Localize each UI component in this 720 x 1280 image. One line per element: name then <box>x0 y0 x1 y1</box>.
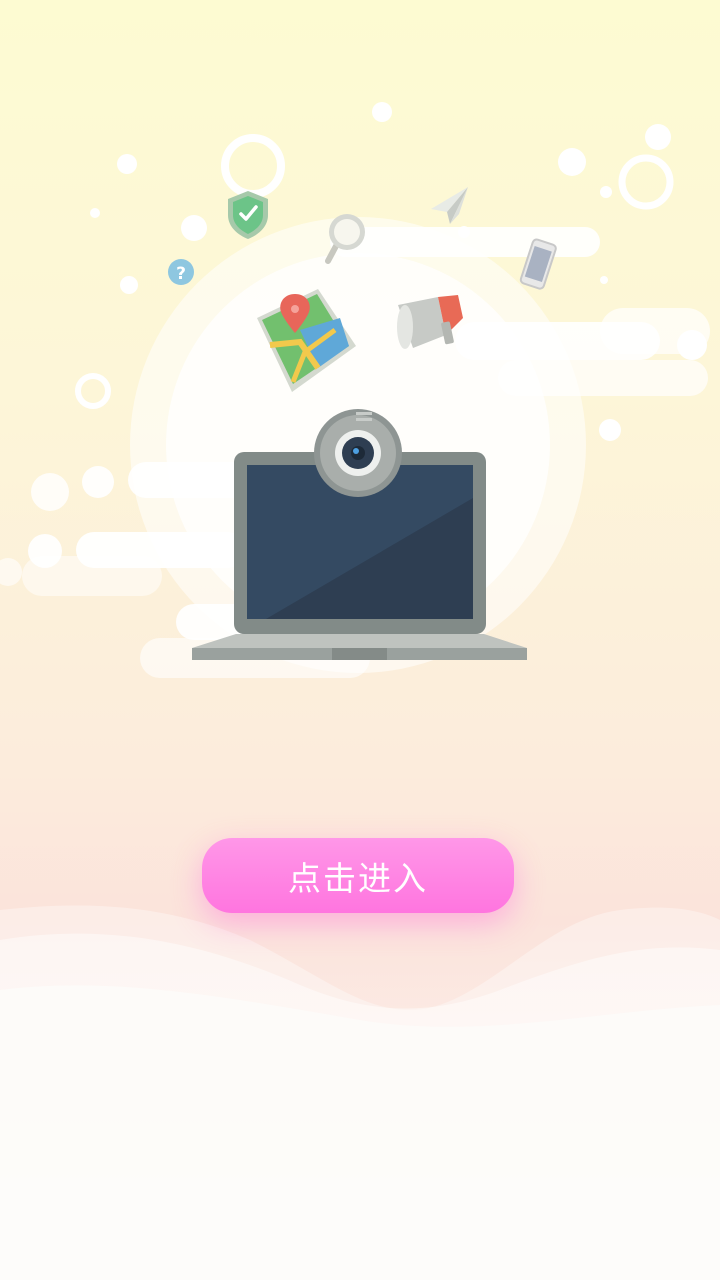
help-bubble-icon: ? <box>168 259 194 285</box>
enter-button[interactable]: 点击进入 <box>202 838 514 913</box>
bottom-waves <box>0 905 720 1280</box>
splash-illustration: ? <box>0 102 710 678</box>
paper-plane-icon <box>431 187 468 224</box>
shield-check-icon <box>228 191 268 239</box>
webcam-icon <box>314 409 402 497</box>
help-bubble-glyph: ? <box>176 264 186 284</box>
